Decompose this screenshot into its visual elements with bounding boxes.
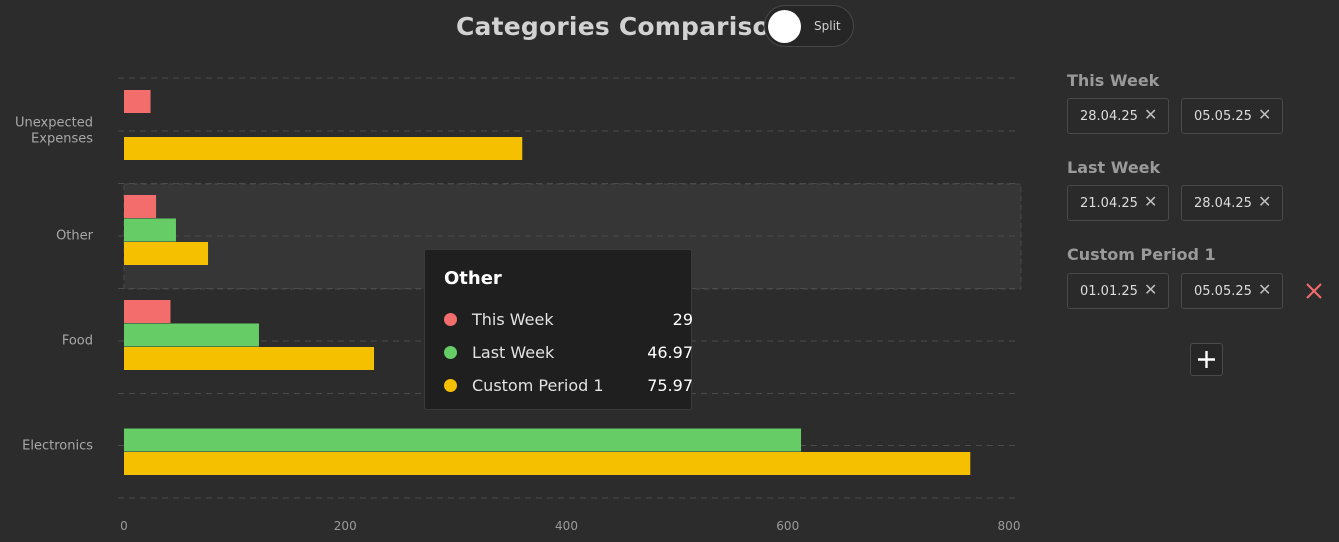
- bar-custom-period-1: [124, 452, 971, 475]
- bar-last-week: [124, 428, 802, 452]
- chart-tooltip: Other This Week 29 Last Week 46.97 Custo…: [424, 249, 693, 410]
- start-date-field[interactable]: 01.01.25 ✕: [1067, 273, 1169, 309]
- close-icon[interactable]: ✕: [1258, 106, 1272, 126]
- period-title: Last Week: [1067, 158, 1161, 177]
- tooltip-row: Custom Period 1 75.97: [444, 374, 693, 398]
- bar-this-week: [124, 195, 157, 218]
- date-value: 28.04.25: [1194, 196, 1252, 211]
- bar-custom-period-1: [124, 242, 209, 265]
- end-date-field[interactable]: 05.05.25 ✕: [1181, 98, 1283, 134]
- close-icon[interactable]: ✕: [1258, 281, 1272, 301]
- close-icon[interactable]: ✕: [1144, 106, 1158, 126]
- date-value: 01.01.25: [1080, 284, 1138, 299]
- add-period-button[interactable]: [1190, 343, 1223, 376]
- legend-dot-icon: [444, 379, 457, 392]
- category-label: Other: [56, 229, 94, 244]
- x-tick-label: 200: [334, 519, 357, 533]
- date-value: 28.04.25: [1080, 109, 1138, 124]
- period-title: Custom Period 1: [1067, 245, 1216, 264]
- end-date-field[interactable]: 28.04.25 ✕: [1181, 185, 1283, 221]
- x-tick-label: 400: [555, 519, 578, 533]
- tooltip-series-name: This Week: [472, 310, 554, 329]
- tooltip-series-value: 29: [672, 310, 693, 329]
- bar-custom-period-1: [124, 347, 375, 370]
- date-value: 21.04.25: [1080, 196, 1138, 211]
- tooltip-title: Other: [444, 268, 502, 289]
- category-label: Electronics: [22, 439, 93, 454]
- bar-last-week: [124, 323, 259, 347]
- period-title: This Week: [1067, 71, 1160, 90]
- tooltip-row: This Week 29: [444, 308, 693, 332]
- tooltip-row: Last Week 46.97: [444, 341, 693, 365]
- bar-this-week: [124, 90, 151, 113]
- category-label: Food: [62, 334, 93, 349]
- bar-custom-period-1: [124, 137, 523, 160]
- x-tick-label: 0: [120, 519, 128, 533]
- start-date-field[interactable]: 28.04.25 ✕: [1067, 98, 1169, 134]
- close-icon[interactable]: ✕: [1144, 281, 1158, 301]
- bar-this-week: [124, 300, 171, 323]
- x-axis-ticks: 0 200 400 600 800: [120, 519, 1020, 533]
- date-value: 05.05.25: [1194, 109, 1252, 124]
- close-icon[interactable]: ✕: [1144, 193, 1158, 213]
- tooltip-series-name: Custom Period 1: [472, 376, 604, 395]
- tooltip-series-name: Last Week: [472, 343, 555, 362]
- tooltip-series-value: 46.97: [647, 343, 693, 362]
- x-tick-label: 800: [998, 519, 1021, 533]
- tooltip-series-value: 75.97: [647, 376, 693, 395]
- remove-period-icon[interactable]: [1303, 280, 1325, 302]
- start-date-field[interactable]: 21.04.25 ✕: [1067, 185, 1169, 221]
- category-label: Unexpected Expenses: [15, 116, 93, 147]
- bar-last-week: [124, 218, 176, 242]
- periods-panel: This Week 28.04.25 ✕ 05.05.25 ✕ Last Wee…: [1067, 0, 1339, 542]
- date-value: 05.05.25: [1194, 284, 1252, 299]
- end-date-field[interactable]: 05.05.25 ✕: [1181, 273, 1283, 309]
- plus-icon: [1198, 351, 1215, 368]
- x-tick-label: 600: [776, 519, 799, 533]
- legend-dot-icon: [444, 346, 457, 359]
- legend-dot-icon: [444, 313, 457, 326]
- close-icon[interactable]: ✕: [1258, 193, 1272, 213]
- category-labels: Unexpected Expenses Other Food Electronics: [15, 116, 94, 454]
